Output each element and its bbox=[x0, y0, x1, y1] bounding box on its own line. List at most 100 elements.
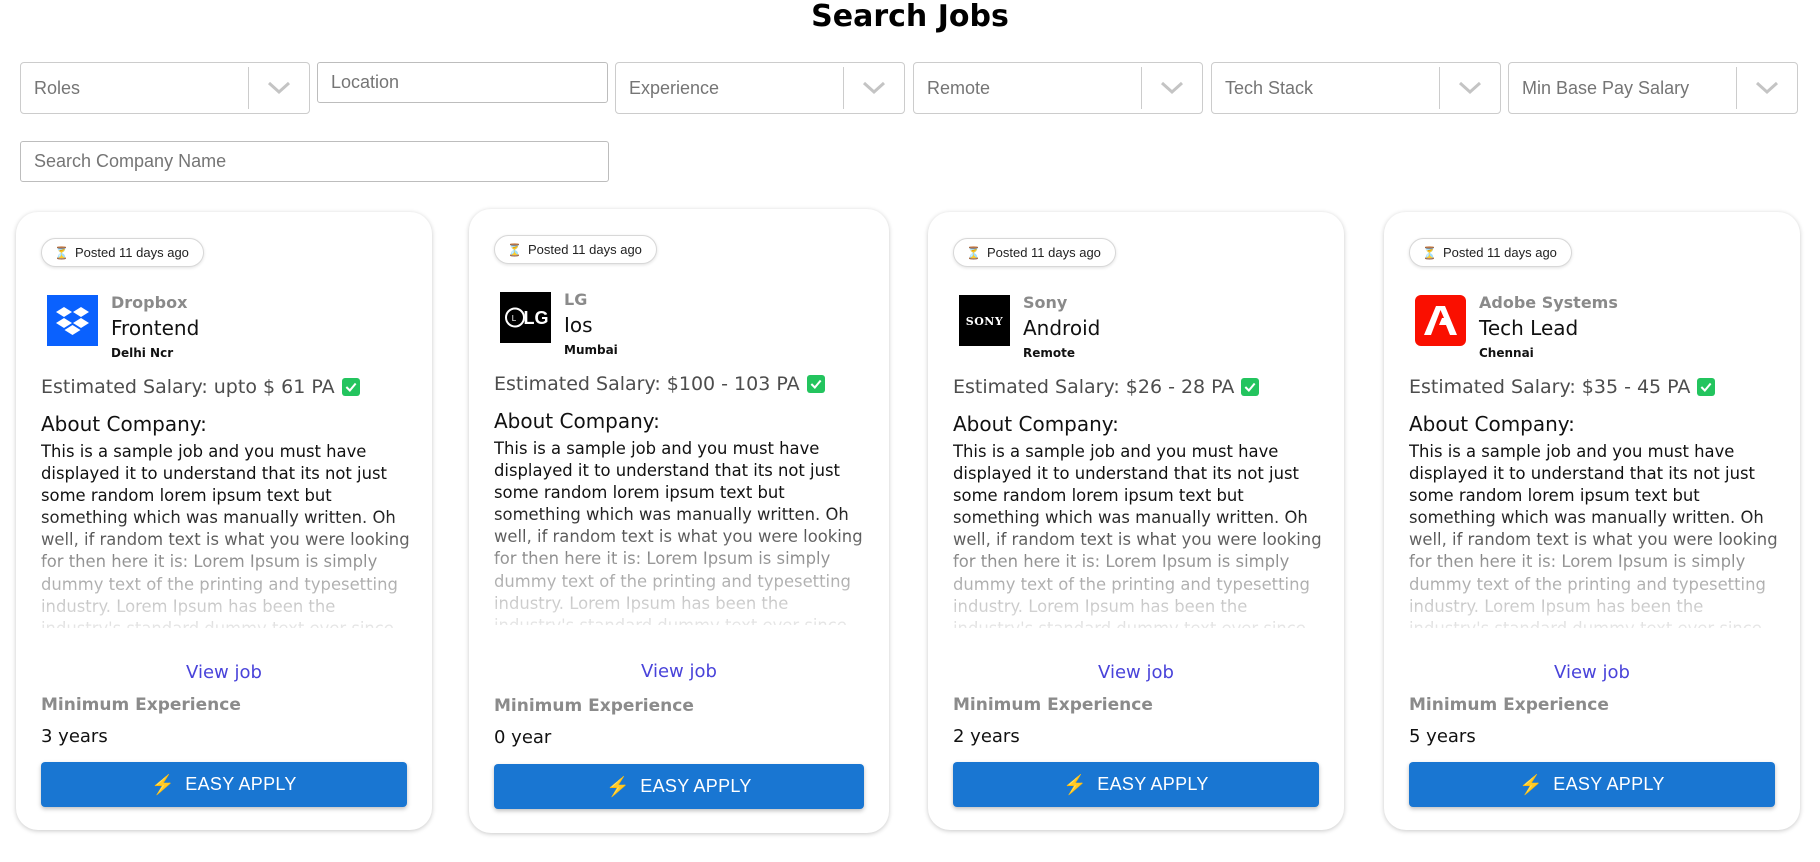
text-fade bbox=[494, 505, 866, 625]
view-job-link[interactable]: View job bbox=[16, 662, 432, 683]
job-card: ⏳ Posted 11 days ago Adobe Systems Tech L… bbox=[1384, 212, 1800, 830]
easy-apply-label: EASY APPLY bbox=[1553, 774, 1665, 794]
about-company-heading: About Company: bbox=[1409, 412, 1575, 436]
min-base-pay-select[interactable]: Min Base Pay Salary bbox=[1508, 62, 1798, 114]
job-card: ⏳ Posted 11 days ago L LG LG Ios Mumbai E… bbox=[469, 209, 889, 833]
job-location: Delhi Ncr bbox=[111, 346, 174, 360]
roles-placeholder: Roles bbox=[34, 77, 81, 98]
easy-apply-label: EASY APPLY bbox=[1097, 774, 1209, 794]
posted-badge: ⏳ Posted 11 days ago bbox=[494, 235, 657, 264]
lightning-icon: ⚡ bbox=[606, 776, 631, 798]
easy-apply-label: EASY APPLY bbox=[185, 774, 297, 794]
chevron-down-icon[interactable] bbox=[1440, 63, 1500, 113]
view-job-link[interactable]: View job bbox=[1384, 662, 1800, 683]
lightning-icon: ⚡ bbox=[1519, 774, 1544, 796]
easy-apply-label: EASY APPLY bbox=[640, 776, 752, 796]
svg-text:LG: LG bbox=[524, 308, 549, 328]
min-experience-value: 2 years bbox=[953, 726, 1020, 747]
roles-select[interactable]: Roles bbox=[20, 62, 310, 114]
remote-placeholder: Remote bbox=[927, 77, 991, 98]
lightning-icon: ⚡ bbox=[1063, 774, 1088, 796]
chevron-down-icon[interactable] bbox=[249, 63, 309, 113]
hourglass-icon: ⏳ bbox=[966, 245, 981, 260]
easy-apply-button[interactable]: ⚡ EASY APPLY bbox=[953, 762, 1319, 807]
location-input[interactable]: Location bbox=[317, 62, 608, 103]
job-card: ⏳ Posted 11 days ago Dropbox Frontend Del… bbox=[16, 212, 432, 830]
min-experience-value: 0 year bbox=[494, 727, 552, 748]
job-role: Android bbox=[1023, 316, 1101, 340]
view-job-link[interactable]: View job bbox=[928, 662, 1344, 683]
min-experience-value: 5 years bbox=[1409, 726, 1476, 747]
job-card: ⏳ Posted 11 days ago SONY Sony Android Re… bbox=[928, 212, 1344, 830]
remote-select[interactable]: Remote bbox=[913, 62, 1203, 114]
easy-apply-button[interactable]: ⚡ EASY APPLY bbox=[1409, 762, 1775, 807]
min-experience-label: Minimum Experience bbox=[41, 695, 241, 715]
hourglass-icon: ⏳ bbox=[507, 242, 522, 257]
experience-select[interactable]: Experience bbox=[615, 62, 905, 114]
posted-badge: ⏳ Posted 11 days ago bbox=[953, 238, 1116, 267]
company-name: Dropbox bbox=[111, 293, 188, 312]
svg-text:L: L bbox=[512, 314, 517, 323]
salary-text: Estimated Salary: $26 - 28 PA bbox=[953, 376, 1235, 398]
check-icon bbox=[1241, 378, 1260, 396]
posted-badge: ⏳ Posted 11 days ago bbox=[1409, 238, 1572, 267]
estimated-salary: Estimated Salary: upto $ 61 PA bbox=[41, 376, 360, 398]
company-search-input[interactable]: Search Company Name bbox=[20, 141, 609, 182]
job-role: Frontend bbox=[111, 316, 200, 340]
check-icon bbox=[806, 375, 825, 393]
company-logo: L LG bbox=[500, 292, 551, 343]
hourglass-icon: ⏳ bbox=[54, 245, 69, 260]
about-company-text: This is a sample job and you must have d… bbox=[41, 441, 411, 628]
job-location: Chennai bbox=[1479, 346, 1534, 360]
estimated-salary: Estimated Salary: $100 - 103 PA bbox=[494, 373, 825, 395]
min-experience-value: 3 years bbox=[41, 726, 108, 747]
text-fade bbox=[953, 508, 1323, 628]
about-company-heading: About Company: bbox=[953, 412, 1119, 436]
text-fade bbox=[41, 508, 411, 628]
easy-apply-button[interactable]: ⚡ EASY APPLY bbox=[41, 762, 407, 807]
company-logo bbox=[47, 295, 98, 346]
tech-stack-select[interactable]: Tech Stack bbox=[1211, 62, 1501, 114]
job-location: Remote bbox=[1023, 346, 1076, 360]
posted-text: Posted 11 days ago bbox=[527, 242, 642, 257]
job-location: Mumbai bbox=[564, 343, 618, 357]
company-name: LG bbox=[564, 290, 588, 309]
hourglass-icon: ⏳ bbox=[1422, 245, 1437, 260]
about-company-heading: About Company: bbox=[41, 412, 207, 436]
salary-text: Estimated Salary: $35 - 45 PA bbox=[1409, 376, 1691, 398]
job-role: Ios bbox=[564, 313, 593, 337]
chevron-down-icon[interactable] bbox=[1142, 63, 1202, 113]
easy-apply-button[interactable]: ⚡ EASY APPLY bbox=[494, 764, 864, 809]
chevron-down-icon[interactable] bbox=[844, 63, 904, 113]
salary-text: Estimated Salary: upto $ 61 PA bbox=[41, 376, 335, 398]
chevron-down-icon[interactable] bbox=[1737, 63, 1797, 113]
svg-text:SONY: SONY bbox=[966, 315, 1003, 328]
min-base-pay-placeholder: Min Base Pay Salary bbox=[1522, 77, 1690, 98]
company-name: Sony bbox=[1023, 293, 1068, 312]
view-job-link[interactable]: View job bbox=[469, 661, 889, 682]
salary-text: Estimated Salary: $100 - 103 PA bbox=[494, 373, 800, 395]
experience-placeholder: Experience bbox=[629, 77, 720, 98]
min-experience-label: Minimum Experience bbox=[1409, 695, 1609, 715]
check-icon bbox=[341, 378, 360, 396]
lightning-icon: ⚡ bbox=[151, 774, 176, 796]
estimated-salary: Estimated Salary: $26 - 28 PA bbox=[953, 376, 1260, 398]
posted-badge: ⏳ Posted 11 days ago bbox=[41, 238, 204, 267]
about-company-text: This is a sample job and you must have d… bbox=[953, 441, 1323, 628]
company-logo: SONY bbox=[959, 295, 1010, 346]
estimated-salary: Estimated Salary: $35 - 45 PA bbox=[1409, 376, 1716, 398]
company-name: Adobe Systems bbox=[1479, 293, 1618, 312]
posted-text: Posted 11 days ago bbox=[1442, 245, 1557, 260]
text-fade bbox=[1409, 508, 1779, 628]
about-company-text: This is a sample job and you must have d… bbox=[494, 438, 866, 625]
about-company-text: This is a sample job and you must have d… bbox=[1409, 441, 1779, 628]
company-logo bbox=[1415, 295, 1466, 346]
posted-text: Posted 11 days ago bbox=[986, 245, 1101, 260]
job-role: Tech Lead bbox=[1479, 316, 1579, 340]
min-experience-label: Minimum Experience bbox=[494, 696, 694, 716]
tech-stack-placeholder: Tech Stack bbox=[1225, 77, 1314, 98]
posted-text: Posted 11 days ago bbox=[74, 245, 189, 260]
check-icon bbox=[1697, 378, 1716, 396]
min-experience-label: Minimum Experience bbox=[953, 695, 1153, 715]
page-title: Search Jobs bbox=[811, 0, 1009, 34]
